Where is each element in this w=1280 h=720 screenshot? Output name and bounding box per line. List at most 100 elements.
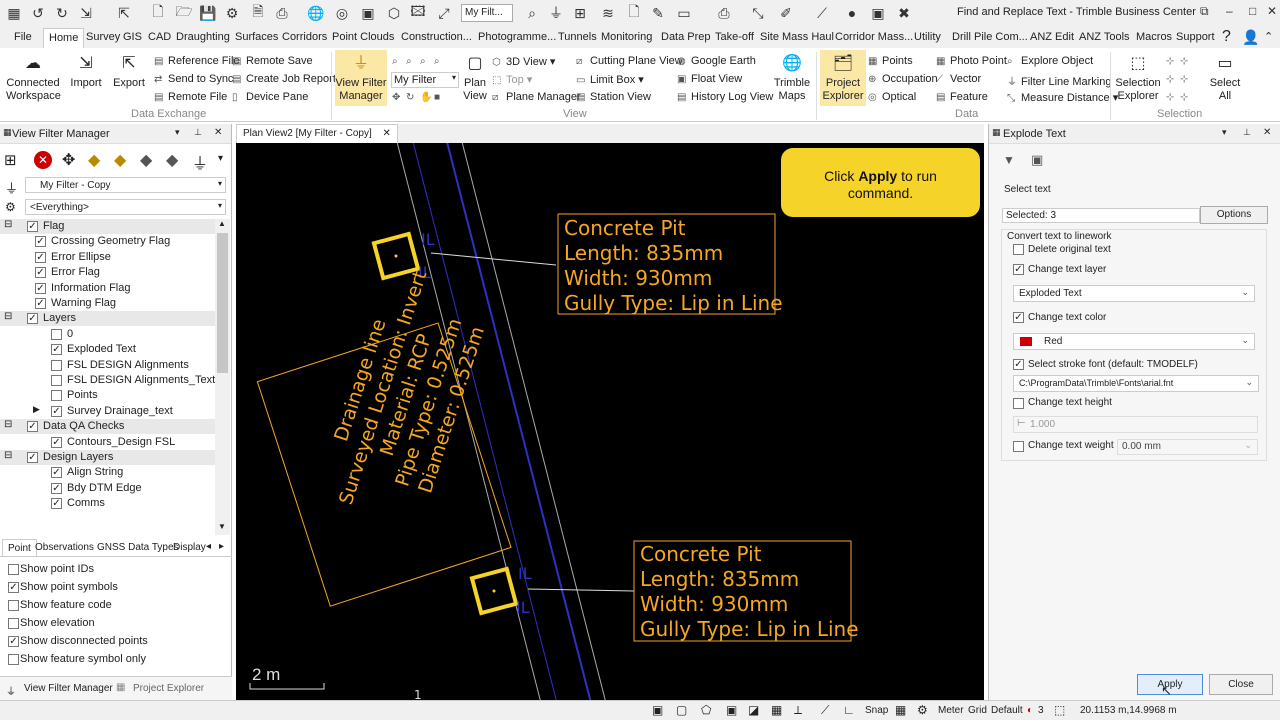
occupation-button[interactable]: ⊕ Occupation: [868, 73, 938, 85]
collapse-icon[interactable]: ⊟: [4, 219, 12, 230]
bottom-tab-project-explorer[interactable]: Project Explorer: [133, 683, 204, 694]
menu-photogrammetry[interactable]: Photogramme...: [478, 31, 556, 43]
menu-cad[interactable]: CAD: [148, 31, 171, 43]
tree-item[interactable]: 0: [0, 327, 215, 342]
tree-item[interactable]: ✓ Exploded Text: [0, 342, 215, 357]
connected-workspace-button[interactable]: ☁ Connected Workspace: [6, 52, 61, 103]
tab-right-icon[interactable]: ▸: [219, 541, 224, 552]
plane-manager-button[interactable]: ⧄ Plane Manager: [492, 91, 581, 103]
scope-dropdown[interactable]: <Everything> ▾: [25, 199, 226, 215]
change-height-checkbox[interactable]: [1013, 398, 1024, 409]
tree-checkbox[interactable]: [51, 359, 62, 371]
pan-tools[interactable]: ✥ ↻ ✋ ■: [392, 91, 448, 103]
grid-toggle-icon[interactable]: ▣: [726, 703, 737, 717]
photo-point-button[interactable]: ▦ Photo Point: [936, 55, 1007, 67]
menu-monitoring[interactable]: Monitoring: [601, 31, 652, 43]
web-icon[interactable]: ◎: [332, 3, 352, 23]
tree-checkbox[interactable]: ✓: [51, 436, 62, 448]
globe-icon[interactable]: 🌐: [306, 3, 326, 23]
pit-label-1[interactable]: Concrete Pit Length: 835mm Width: 930mm …: [564, 216, 783, 316]
point-option[interactable]: Show elevation: [6, 617, 95, 629]
tree-group[interactable]: ⊟ ✓ Flag: [0, 219, 215, 234]
select-all-button[interactable]: ▭ Select All: [1206, 52, 1244, 103]
help-icon[interactable]: ?: [1222, 28, 1231, 46]
expand-icon[interactable]: ▶: [33, 404, 40, 415]
option-checkbox[interactable]: [8, 618, 19, 629]
save-icon[interactable]: 💾: [198, 3, 218, 23]
create-job-report-button[interactable]: ▤ Create Job Report: [232, 73, 336, 85]
pin-icon[interactable]: ⊥: [1243, 127, 1251, 138]
tree-group[interactable]: ⊟ ✓ Layers: [0, 311, 215, 327]
filter-icon[interactable]: ⏚: [546, 3, 566, 23]
tree-checkbox[interactable]: ✓: [35, 267, 46, 279]
maximize-icon[interactable]: □: [1249, 4, 1256, 18]
panel-menu-icon[interactable]: ▾: [175, 127, 180, 138]
pin-icon[interactable]: ⊥: [194, 127, 202, 138]
grid-label[interactable]: Grid: [968, 705, 987, 716]
layers-off-icon[interactable]: ◆: [140, 150, 152, 170]
google-earth-button[interactable]: ◍ Google Earth: [677, 55, 756, 67]
tree-checkbox[interactable]: [51, 375, 62, 386]
zoom-tools[interactable]: ⌕ ⌕ ⌕ ⌕: [392, 55, 448, 67]
option-checkbox[interactable]: ✓: [8, 582, 19, 593]
restore-icon[interactable]: ⧉: [1200, 4, 1209, 19]
stop-icon[interactable]: ✖: [894, 3, 914, 23]
color-dropdown[interactable]: Red ⌄: [1013, 333, 1255, 350]
tree-checkbox[interactable]: [51, 390, 62, 402]
option-checkbox[interactable]: [8, 654, 19, 665]
layers-gray-icon[interactable]: ◆: [166, 150, 178, 170]
draw-icon[interactable]: ⟋: [812, 3, 832, 23]
selection-explorer-button[interactable]: ⬚ Selection Explorer: [1114, 52, 1162, 103]
layers-yellow-icon[interactable]: ◆: [114, 150, 126, 170]
scroll-down-icon[interactable]: ▼: [218, 522, 226, 531]
vector-button[interactable]: ⟋ Vector: [936, 73, 981, 85]
printer-icon[interactable]: ⎙: [714, 3, 734, 23]
shape-icon[interactable]: ⬠: [701, 703, 711, 717]
collapse-icon[interactable]: ⊟: [4, 419, 12, 430]
filter-line-marking-button[interactable]: ⏚ Filter Line Marking: [1007, 73, 1111, 88]
zoom-extents-icon[interactable]: ⤢: [434, 3, 454, 23]
ortho-icon[interactable]: ⟂: [794, 703, 802, 718]
remote-file-button[interactable]: ▤ Remote File: [154, 91, 227, 103]
cutting-plane-view-button[interactable]: ⧄ Cutting Plane View: [576, 55, 683, 67]
selection-tools[interactable]: ⊹ ⊹: [1166, 55, 1194, 67]
open-icon[interactable]: 🗁: [174, 3, 194, 23]
tree-group[interactable]: ⊟ ✓ Design Layers: [0, 450, 215, 465]
console-icon[interactable]: ▣: [868, 3, 888, 23]
filter-select[interactable]: My Filter ▾: [391, 72, 459, 88]
filter-settings-icon[interactable]: ⊞: [4, 151, 17, 169]
tree-checkbox[interactable]: ✓: [27, 452, 38, 463]
device-pane-button[interactable]: ▯ Device Pane: [232, 91, 308, 103]
tree-item[interactable]: ✓ Contours_Design FSL: [0, 435, 215, 450]
print-icon[interactable]: ⎙: [272, 3, 292, 23]
top-view-button[interactable]: ⬚ Top ▾: [492, 73, 532, 86]
change-layer-checkbox[interactable]: ✓: [1013, 264, 1024, 275]
layers-on-icon[interactable]: ◆: [88, 150, 100, 170]
tab-gnss-data-types[interactable]: GNSS Data Types: [97, 542, 179, 553]
tree-item[interactable]: ✓ Bdy DTM Edge: [0, 481, 215, 496]
settings-status-icon[interactable]: ⚙: [917, 703, 928, 717]
cube-icon[interactable]: ⬡: [384, 3, 404, 23]
project-explorer-button[interactable]: 🗂 Project Explorer: [820, 50, 866, 106]
options-button[interactable]: Options: [1200, 206, 1268, 224]
tree-checkbox[interactable]: ✓: [35, 282, 46, 294]
filter-name-dropdown[interactable]: My Filter - Copy ▾: [25, 177, 226, 193]
plan-view-tab[interactable]: Plan View2 [My Filter - Copy] ✕: [236, 124, 398, 143]
explore-object-button[interactable]: ⌕ Explore Object: [1007, 55, 1093, 67]
snap-label[interactable]: Snap: [865, 705, 888, 716]
export-button[interactable]: ⇱ Export: [110, 52, 148, 90]
option-checkbox[interactable]: [8, 564, 19, 575]
send-to-sync-button[interactable]: ⇄ Send to Sync: [154, 73, 233, 85]
edit-icon[interactable]: ✐: [776, 3, 796, 23]
tab-close-icon[interactable]: ✕: [383, 128, 391, 139]
tree-item[interactable]: Points: [0, 388, 215, 403]
view-filter-manager-button[interactable]: ⏚ View Filter Manager: [335, 50, 387, 106]
undo-icon[interactable]: ↺: [28, 3, 48, 23]
option-checkbox[interactable]: [8, 600, 19, 611]
image-icon[interactable]: 🖾: [408, 3, 428, 23]
tree-scrollbar[interactable]: ▲ ▼: [215, 219, 230, 535]
snap-box-icon[interactable]: ▢: [676, 703, 687, 717]
point-option[interactable]: ✓ Show disconnected points: [6, 635, 148, 647]
menu-anz-edit[interactable]: ANZ Edit: [1030, 31, 1074, 43]
font-path-dropdown[interactable]: C:\ProgramData\Trimble\Fonts\arial.fnt ⌄: [1013, 375, 1259, 392]
